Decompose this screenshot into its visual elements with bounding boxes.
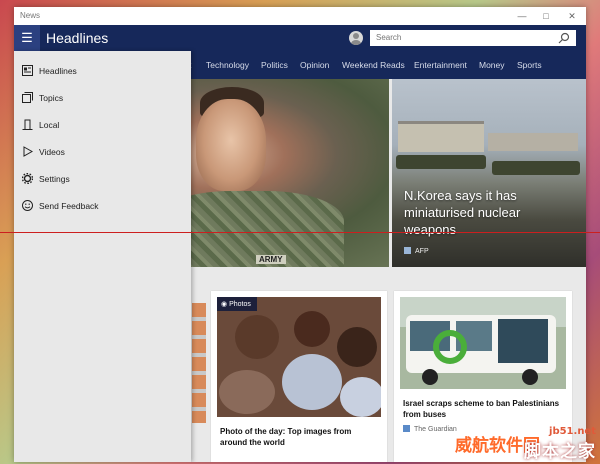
photo-card-title: Photo of the day: Top images from around… xyxy=(220,427,352,447)
page-title: Headlines xyxy=(46,30,109,46)
news-icon xyxy=(22,65,33,76)
hero-image-tank xyxy=(492,161,580,175)
drawer-item-local[interactable]: Local xyxy=(14,113,191,137)
card-image xyxy=(400,297,566,389)
drawer-item-label: Topics xyxy=(39,93,64,103)
drawer-item-send-feedback[interactable]: Send Feedback xyxy=(14,194,191,218)
hero-headline: N.Korea says it has miniaturised nuclear… xyxy=(404,188,521,237)
search-input[interactable] xyxy=(370,30,576,46)
drawer-item-videos[interactable]: Videos xyxy=(14,140,191,164)
hamburger-menu-button[interactable]: ☰ xyxy=(14,25,40,51)
bus-card-title: Israel scraps scheme to ban Palestinians… xyxy=(403,399,560,419)
card-image xyxy=(217,297,381,417)
camera-icon: ◉ xyxy=(221,301,228,308)
app-name: News xyxy=(20,11,41,20)
drawer-item-topics[interactable]: Topics xyxy=(14,86,191,110)
drawer-item-label: Videos xyxy=(39,147,65,157)
drawer-item-settings[interactable]: Settings xyxy=(14,167,191,191)
bus-card-source-label: The Guardian xyxy=(414,426,457,433)
nav-item-money[interactable]: Money xyxy=(479,60,505,70)
watermark: jb51.net 脚本之家 xyxy=(524,426,596,462)
avatar[interactable] xyxy=(349,31,363,45)
photo-story-card[interactable]: ◉ Photos Photo of the day: Top images fr… xyxy=(211,291,387,462)
local-icon xyxy=(22,119,33,130)
drawer-item-label: Settings xyxy=(39,174,70,184)
close-button[interactable]: ✕ xyxy=(560,7,584,25)
title-bar: News — □ ✕ xyxy=(14,7,586,25)
hero-image-building xyxy=(398,121,484,152)
drawer-item-label: Headlines xyxy=(39,66,77,76)
photos-badge: ◉ Photos xyxy=(217,297,257,311)
nav-item-technology[interactable]: Technology xyxy=(206,60,249,70)
hero-source: AFP xyxy=(404,247,429,255)
hamburger-icon: ☰ xyxy=(21,30,33,45)
hero-source-label: AFP xyxy=(415,248,429,255)
nav-item-weekend-reads[interactable]: Weekend Reads xyxy=(342,60,405,70)
gear-icon xyxy=(22,173,33,184)
watermark-site: jb51.net xyxy=(549,426,596,437)
uniform-name-tag: ARMY xyxy=(256,255,286,264)
overlay-red-line xyxy=(0,232,600,233)
nav-item-sports[interactable]: Sports xyxy=(517,60,542,70)
source-logo-icon xyxy=(404,247,411,254)
play-icon xyxy=(23,146,33,157)
nav-item-entertainment[interactable]: Entertainment xyxy=(414,60,467,70)
smiley-icon xyxy=(22,200,33,211)
photos-badge-label: Photos xyxy=(229,301,251,308)
watermark-name: 脚本之家 xyxy=(524,442,596,462)
search-icon[interactable] xyxy=(557,31,571,45)
card-image-partial[interactable] xyxy=(192,303,206,423)
hero-image-building-2 xyxy=(488,133,578,151)
drawer-item-headlines[interactable]: Headlines xyxy=(14,59,191,83)
navigation-drawer: Headlines Topics Local Videos Settings S… xyxy=(14,51,191,462)
drawer-item-label: Send Feedback xyxy=(39,201,99,211)
hero-story-right[interactable]: N.Korea says it has miniaturised nuclear… xyxy=(392,79,586,267)
topics-icon xyxy=(22,92,33,103)
hero-image-face xyxy=(196,99,266,191)
minimize-button[interactable]: — xyxy=(510,7,534,25)
news-app-window: News — □ ✕ ☰ Headlines t Technology Poli… xyxy=(14,7,586,462)
nav-item-politics[interactable]: Politics xyxy=(261,60,288,70)
hero-image-tank xyxy=(396,155,486,169)
bus-card-source: The Guardian xyxy=(403,425,457,433)
source-logo-icon xyxy=(403,425,410,432)
app-header: ☰ Headlines xyxy=(14,25,586,51)
drawer-item-label: Local xyxy=(39,120,60,130)
nav-item-opinion[interactable]: Opinion xyxy=(300,60,329,70)
maximize-button[interactable]: □ xyxy=(534,7,558,25)
